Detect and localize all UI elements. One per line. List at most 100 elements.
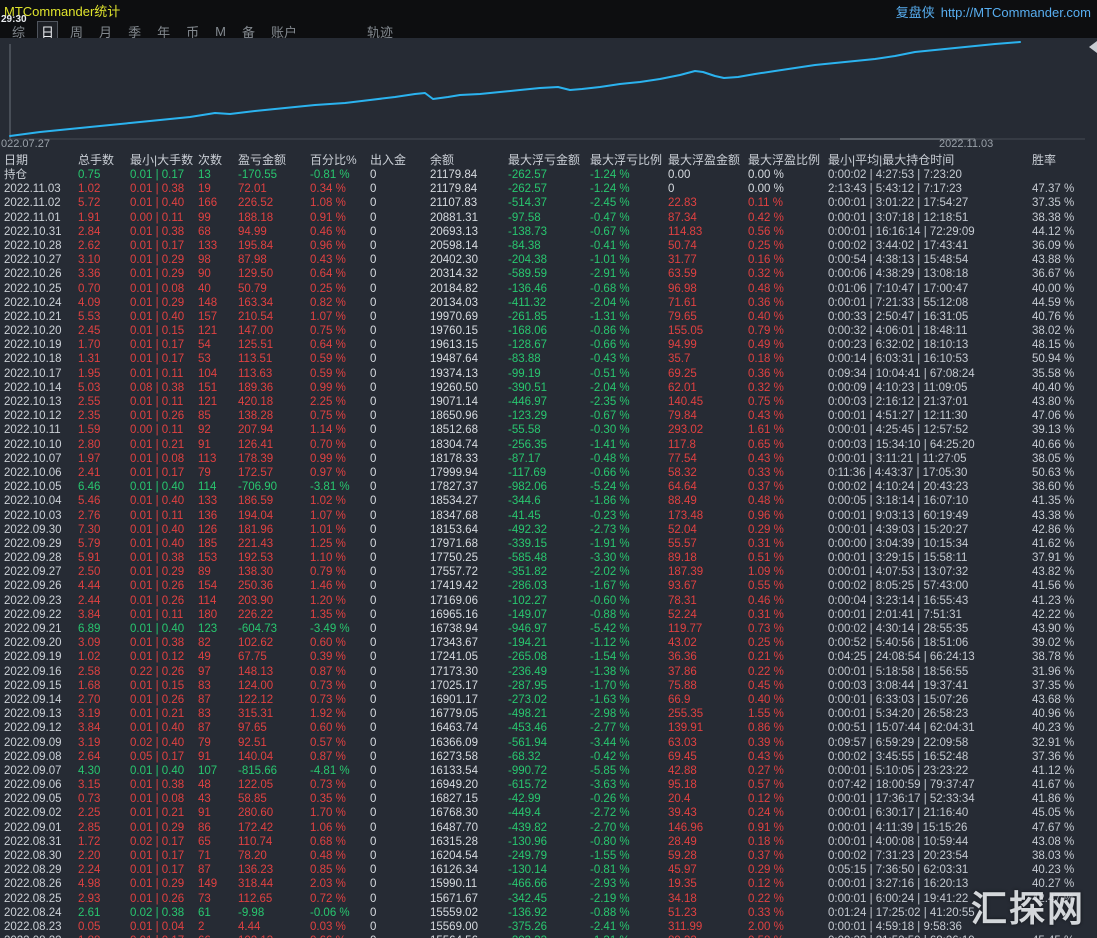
- cell-trades: 54: [198, 339, 211, 352]
- table-row[interactable]: 2022.09.07 4.30 0.01 | 0.40 107 -815.66 -4.81…: [0, 764, 1097, 778]
- table-row[interactable]: 2022.10.03 2.76 0.01 | 0.11 136 194.04 1.07 %…: [0, 509, 1097, 523]
- cell-max_float_profit_pct: 0.18 %: [748, 353, 784, 366]
- cell-lot_min_max: 0.01 | 0.17: [130, 339, 185, 352]
- table-row[interactable]: 2022.09.06 3.15 0.01 | 0.38 48 122.05 0.73 % 0…: [0, 778, 1097, 792]
- table-row[interactable]: 2022.09.23 2.44 0.01 | 0.26 114 203.90 1.20 %…: [0, 594, 1097, 608]
- table-row[interactable]: 2022.10.27 3.10 0.01 | 0.29 98 87.98 0.43 % 0 2…: [0, 253, 1097, 267]
- table-row[interactable]: 2022.09.09 3.19 0.02 | 0.40 79 92.51 0.57 % 0 1…: [0, 736, 1097, 750]
- table-row[interactable]: 2022.10.14 5.03 0.08 | 0.38 151 189.36 0.99 %…: [0, 381, 1097, 395]
- column-header-date[interactable]: 日期: [0, 153, 76, 167]
- cell-hold_time_min_avg_max: 0:00:02 | 4:30:14 | 28:55:35: [828, 623, 969, 635]
- table-row[interactable]: 2022.10.07 1.97 0.01 | 0.08 113 178.39 0.99 %…: [0, 452, 1097, 466]
- column-header-cash_flow[interactable]: 出入金: [368, 153, 428, 167]
- table-row[interactable]: 2022.09.26 4.44 0.01 | 0.26 154 250.36 1.46 %…: [0, 579, 1097, 593]
- column-header-profit[interactable]: 盈亏金额: [236, 153, 308, 167]
- column-header-total_lots[interactable]: 总手数: [76, 153, 128, 167]
- table-row[interactable]: 2022.09.15 1.68 0.01 | 0.15 83 124.00 0.73 % 0…: [0, 679, 1097, 693]
- table-row[interactable]: 2022.10.04 5.46 0.01 | 0.40 133 186.59 1.02 %…: [0, 494, 1097, 508]
- brand-name[interactable]: 复盘侠: [896, 5, 935, 20]
- cell-balance: 18178.33: [430, 452, 478, 465]
- column-header-profit_pct[interactable]: 百分比%: [308, 153, 368, 167]
- chart-handle-icon[interactable]: [1089, 41, 1097, 53]
- table-row[interactable]: 2022.10.10 2.80 0.01 | 0.21 91 126.41 0.70 % 0…: [0, 438, 1097, 452]
- cell-max_float_profit_pct: 0.31 %: [748, 537, 784, 550]
- table-row[interactable]: 2022.08.30 2.20 0.01 | 0.17 71 78.20 0.48 % 0 1…: [0, 849, 1097, 863]
- table-row[interactable]: 2022.11.01 1.91 0.00 | 0.11 99 188.18 0.91 % 0…: [0, 211, 1097, 225]
- table-row[interactable]: 2022.09.13 3.19 0.01 | 0.21 83 315.31 1.92 % 0…: [0, 707, 1097, 721]
- column-header-max_float_profit_pct[interactable]: 最大浮盈比例: [746, 153, 826, 167]
- cell-balance: 18534.27: [430, 495, 478, 508]
- table-row[interactable]: 2022.10.11 1.59 0.00 | 0.11 92 207.94 1.14 % 0…: [0, 423, 1097, 437]
- table-row[interactable]: 2022.10.13 2.55 0.01 | 0.11 121 420.18 2.25 %…: [0, 395, 1097, 409]
- table-row[interactable]: 2022.09.27 2.50 0.01 | 0.29 89 138.30 0.79 % 0…: [0, 565, 1097, 579]
- table-row[interactable]: 2022.11.03 1.02 0.01 | 0.38 19 72.01 0.34 % 0 2…: [0, 182, 1097, 196]
- table-row[interactable]: 2022.09.02 2.25 0.01 | 0.21 91 280.60 1.70 % 0…: [0, 806, 1097, 820]
- table-row[interactable]: 2022.10.21 5.53 0.01 | 0.40 157 210.54 1.07 %…: [0, 310, 1097, 324]
- cell-max_float_loss_pct: -2.73 %: [590, 523, 630, 536]
- table-row[interactable]: 2022.10.18 1.31 0.01 | 0.17 53 113.51 0.59 % 0…: [0, 352, 1097, 366]
- table-row[interactable]: 2022.10.05 6.46 0.01 | 0.40 114 -706.90 -3.81…: [0, 480, 1097, 494]
- column-header-trades[interactable]: 次数: [196, 153, 236, 167]
- cell-balance: 17169.06: [430, 594, 478, 607]
- table-row[interactable]: 2022.08.29 2.24 0.01 | 0.17 87 136.23 0.85 % 0…: [0, 863, 1097, 877]
- table-row[interactable]: 2022.09.08 2.64 0.05 | 0.17 91 140.04 0.87 % 0…: [0, 750, 1097, 764]
- column-header-win_rate[interactable]: 胜率: [1030, 153, 1097, 167]
- cell-lot_min_max: 0.01 | 0.15: [130, 679, 185, 692]
- table-row[interactable]: 2022.09.29 5.79 0.01 | 0.40 185 221.43 1.25 %…: [0, 537, 1097, 551]
- table-row[interactable]: 2022.10.17 1.95 0.01 | 0.11 104 113.63 0.59 %…: [0, 367, 1097, 381]
- column-header-max_float_loss_pct[interactable]: 最大浮亏比例: [588, 153, 666, 167]
- table-row[interactable]: 2022.11.02 5.72 0.01 | 0.40 166 226.52 1.08 %…: [0, 196, 1097, 210]
- table-row[interactable]: 2022.08.221.880.01 | 0.1766102.130.66 %0…: [0, 934, 1097, 938]
- column-header-lot_min_max[interactable]: 最小|大手数: [128, 153, 196, 167]
- cell-win_rate: 48.15 %: [1032, 339, 1075, 352]
- table-row[interactable]: 2022.08.23 0.05 0.01 | 0.04 2 4.44 0.03 % 0 155…: [0, 920, 1097, 934]
- table-row[interactable]: 2022.09.16 2.58 0.22 | 0.26 97 148.13 0.87 % 0…: [0, 665, 1097, 679]
- cell-balance: 17557.72: [430, 566, 478, 579]
- cell-max_float_loss: -68.32: [508, 750, 541, 763]
- table-row[interactable]: 2022.08.31 1.72 0.02 | 0.17 65 110.74 0.68 % 0…: [0, 835, 1097, 849]
- table-row[interactable]: 2022.08.25 2.93 0.01 | 0.26 73 112.65 0.72 % 0…: [0, 892, 1097, 906]
- cell-balance: 18650.96: [430, 410, 478, 423]
- column-header-balance[interactable]: 余额: [428, 153, 506, 167]
- table-row[interactable]: 2022.09.30 7.30 0.01 | 0.40 126 181.96 1.01 %…: [0, 523, 1097, 537]
- cell-cash_flow: 0: [370, 750, 377, 763]
- cell-max_float_profit: 79.65: [668, 310, 697, 323]
- cell-cash_flow: 0: [370, 183, 377, 196]
- table-row[interactable]: 2022.09.22 3.84 0.01 | 0.11 180 226.22 1.35 %…: [0, 608, 1097, 622]
- cell-date: 2022.09.22: [4, 608, 62, 621]
- table-row[interactable]: 2022.09.20 3.09 0.01 | 0.38 82 102.62 0.60 % 0…: [0, 636, 1097, 650]
- table-row[interactable]: 2022.10.12 2.35 0.01 | 0.26 85 138.28 0.75 % 0…: [0, 409, 1097, 423]
- column-header-max_float_loss[interactable]: 最大浮亏金额: [506, 153, 588, 167]
- table-row[interactable]: 2022.08.26 4.98 0.01 | 0.29 149 318.44 2.03 %…: [0, 877, 1097, 891]
- brand-url-link[interactable]: http://MTCommander.com: [941, 5, 1091, 20]
- column-header-max_float_profit[interactable]: 最大浮盈金额: [666, 153, 746, 167]
- table-row[interactable]: 2022.10.28 2.62 0.01 | 0.17 133 195.84 0.96 %…: [0, 239, 1097, 253]
- cell-max_float_profit_pct: 1.09 %: [748, 566, 784, 579]
- table-row[interactable]: 2022.10.31 2.84 0.01 | 0.38 68 94.99 0.46 % 0 2…: [0, 225, 1097, 239]
- table-row[interactable]: 2022.10.25 0.70 0.01 | 0.08 40 50.79 0.25 % 0 2…: [0, 282, 1097, 296]
- column-header-hold_time_min_avg_max[interactable]: 最小|平均|最大持仓时间: [826, 153, 1030, 167]
- table-row[interactable]: 2022.09.05 0.73 0.01 | 0.08 43 58.85 0.35 % 0 1…: [0, 792, 1097, 806]
- cell-max_float_loss_pct: -1.38 %: [590, 665, 630, 678]
- table-row[interactable]: 2022.10.06 2.41 0.01 | 0.17 79 172.57 0.97 % 0…: [0, 466, 1097, 480]
- table-row[interactable]: 2022.09.21 6.89 0.01 | 0.40 123 -604.73 -3.49…: [0, 622, 1097, 636]
- table-row[interactable]: 2022.09.01 2.85 0.01 | 0.29 86 172.42 1.06 % 0…: [0, 821, 1097, 835]
- cell-lot_min_max: 0.05 | 0.17: [130, 750, 185, 763]
- table-row[interactable]: 2022.10.19 1.70 0.01 | 0.17 54 125.51 0.64 % 0…: [0, 338, 1097, 352]
- cell-lot_min_max: 0.01 | 0.11: [130, 509, 184, 522]
- table-row[interactable]: 2022.08.24 2.61 0.02 | 0.38 61 -9.98 -0.06 % 0…: [0, 906, 1097, 920]
- cell-balance: 15671.67: [430, 892, 478, 905]
- table-row[interactable]: 2022.10.26 3.36 0.01 | 0.29 90 129.50 0.64 % 0…: [0, 267, 1097, 281]
- cell-balance: 20881.31: [430, 211, 478, 224]
- cell-hold_time_min_avg_max: 0:00:52 | 5:40:56 | 18:51:06: [828, 637, 969, 650]
- table-row[interactable]: 持仓 0.75 0.01 | 0.17 13 -170.55 -0.81 % 0 21179.…: [0, 168, 1097, 182]
- cell-max_float_loss: -990.72: [508, 764, 548, 777]
- table-row[interactable]: 2022.09.28 5.91 0.01 | 0.38 153 192.53 1.10 %…: [0, 551, 1097, 565]
- cell-max_float_loss_pct: -1.86 %: [590, 495, 630, 508]
- table-row[interactable]: 2022.10.20 2.45 0.01 | 0.15 121 147.00 0.75 %…: [0, 324, 1097, 338]
- cell-cash_flow: 0: [370, 296, 377, 309]
- table-row[interactable]: 2022.09.19 1.02 0.01 | 0.12 49 67.75 0.39 % 0 1…: [0, 650, 1097, 664]
- table-row[interactable]: 2022.10.24 4.09 0.01 | 0.29 148 163.34 0.82 %…: [0, 296, 1097, 310]
- table-row[interactable]: 2022.09.12 3.84 0.01 | 0.40 87 97.65 0.60 % 0 1…: [0, 721, 1097, 735]
- table-row[interactable]: 2022.09.14 2.70 0.01 | 0.26 87 122.12 0.73 % 0…: [0, 693, 1097, 707]
